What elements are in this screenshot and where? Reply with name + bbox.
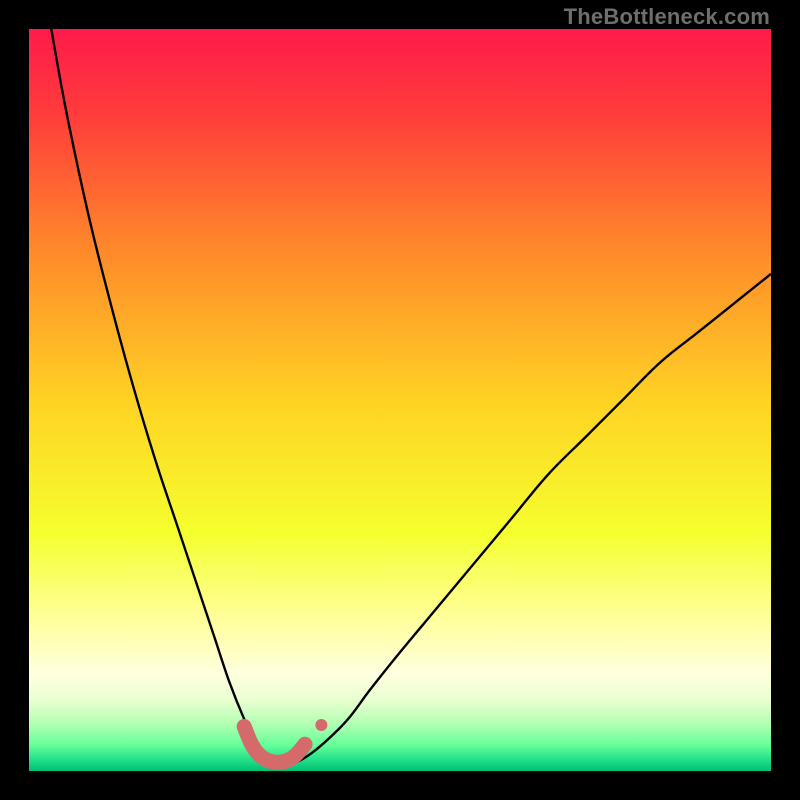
plot-area [29, 29, 771, 771]
watermark-text: TheBottleneck.com [564, 4, 770, 30]
chart-frame: TheBottleneck.com [0, 0, 800, 800]
gradient-background [29, 29, 771, 771]
highlight-dot [315, 719, 327, 731]
chart-svg [29, 29, 771, 771]
